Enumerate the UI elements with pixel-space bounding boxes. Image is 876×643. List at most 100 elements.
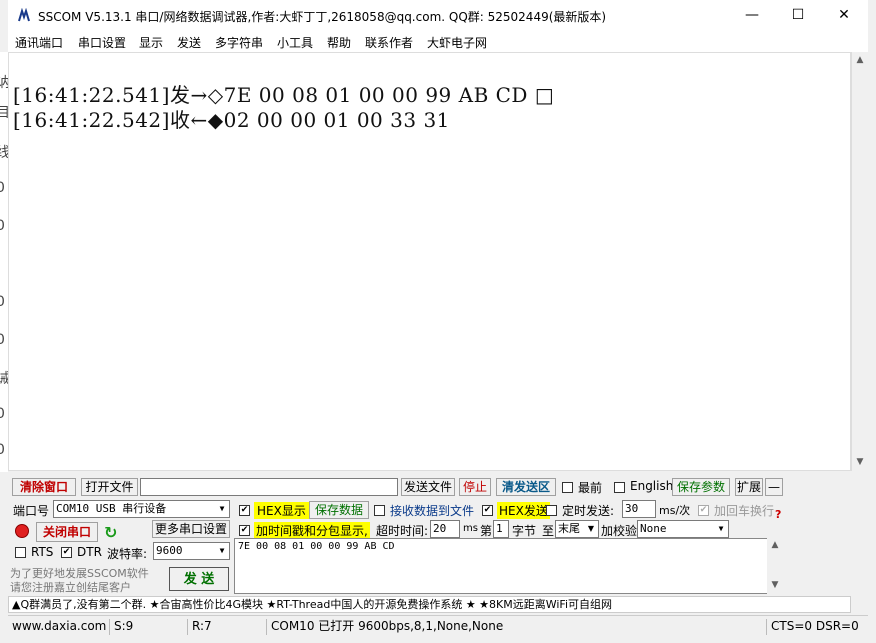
maximize-button[interactable]: ☐: [775, 0, 821, 32]
app-icon: [17, 8, 31, 23]
english-label: English: [630, 479, 674, 493]
timed-send-label: 定时发送:: [562, 504, 615, 518]
clear-send-button[interactable]: 清发送区: [496, 478, 556, 496]
scroll-down-icon[interactable]: ▼: [767, 580, 783, 590]
stop-button[interactable]: 停止: [459, 478, 491, 496]
baud-select[interactable]: 9600 ▼: [153, 542, 230, 560]
dtr-label: DTR: [77, 545, 102, 559]
menu-bar: 通讯端口 串口设置 显示 发送 多字符串 小工具 帮助 联系作者 大虾电子网: [8, 32, 868, 52]
bg-char: 0: [0, 218, 5, 234]
bg-char: 0: [0, 442, 5, 458]
save-data-button[interactable]: 保存数据: [309, 501, 369, 519]
chevron-down-icon[interactable]: ▼: [215, 543, 229, 559]
receive-area[interactable]: [16:41:22.541]发→◇7E 00 08 01 00 00 99 AB…: [8, 52, 851, 471]
menu-contact-author[interactable]: 联系作者: [365, 34, 413, 51]
port-label: 端口号: [13, 504, 50, 518]
menu-serial-settings[interactable]: 串口设置: [78, 34, 126, 51]
topmost-checkbox[interactable]: [562, 482, 573, 493]
bg-char: 0: [0, 294, 5, 310]
to-label: 至: [542, 524, 555, 538]
bg-char: 目: [0, 105, 8, 121]
status-lines: CTS=0 DSR=0: [766, 619, 859, 635]
scroll-down-icon[interactable]: ▼: [852, 457, 868, 467]
menu-comm-port[interactable]: 通讯端口: [15, 34, 63, 51]
expand-button[interactable]: 扩展: [735, 478, 763, 496]
promo-banner[interactable]: ▲Q群满员了,没有第二个群. ★合宙高性价比4G模块 ★RT-Thread中国人…: [8, 596, 851, 613]
send-file-button[interactable]: 发送文件: [401, 478, 455, 496]
receive-scrollbar[interactable]: ▲ ▼: [851, 52, 868, 471]
port-value: COM10 USB 串行设备: [56, 502, 167, 515]
recv-to-file-checkbox[interactable]: [374, 505, 385, 516]
status-bar: www.daxia.com S:9 R:7 COM10 已打开 9600bps,…: [8, 615, 868, 638]
receive-line-received: [16:41:22.542]收←◆02 00 00 01 00 33 31: [13, 108, 450, 132]
menu-display[interactable]: 显示: [139, 34, 163, 51]
baud-label: 波特率:: [107, 547, 148, 561]
bg-char: 0: [0, 180, 5, 196]
hex-send-checkbox[interactable]: ✔: [482, 505, 493, 516]
hex-send-label: HEX发送: [497, 502, 550, 519]
english-checkbox[interactable]: [614, 482, 625, 493]
banner-scroll: [851, 596, 868, 613]
timestamp-checkbox[interactable]: ✔: [239, 525, 250, 536]
collapse-button[interactable]: —: [765, 478, 783, 496]
close-button[interactable]: ✕: [821, 0, 867, 32]
end-value: 末尾: [558, 522, 580, 535]
menu-daxia-site[interactable]: 大虾电子网: [427, 34, 487, 51]
timestamp-label: 加时间戳和分包显示,: [254, 522, 370, 539]
rts-label: RTS: [31, 545, 54, 559]
end-select[interactable]: 末尾 ▼: [555, 520, 599, 538]
checksum-select[interactable]: None ▼: [637, 520, 729, 538]
scroll-up-icon[interactable]: ▲: [767, 540, 783, 550]
checksum-value: None: [640, 522, 667, 535]
bg-char: 讷: [0, 75, 8, 91]
chevron-down-icon[interactable]: ▼: [584, 521, 598, 537]
bg-char: 诫: [0, 371, 8, 387]
clear-window-button[interactable]: 清除窗口: [12, 478, 76, 496]
background-window-strip: 讷 目 线 0 0 , 0 0 诫 0 0: [0, 52, 8, 472]
open-file-button[interactable]: 打开文件: [81, 478, 138, 496]
bg-char: 线: [0, 145, 8, 161]
more-settings-button[interactable]: 更多串口设置: [152, 520, 230, 538]
save-params-button[interactable]: 保存参数: [672, 478, 730, 496]
hex-display-checkbox[interactable]: ✔: [239, 505, 250, 516]
menu-help[interactable]: 帮助: [327, 34, 351, 51]
window-title: SSCOM V5.13.1 串口/网络数据调试器,作者:大虾丁丁,2618058…: [38, 10, 607, 24]
scroll-up-icon[interactable]: ▲: [852, 55, 868, 65]
add-crlf-label: 加回车换行: [714, 504, 775, 518]
baud-value: 9600: [156, 544, 183, 557]
dtr-checkbox[interactable]: ✔: [61, 547, 72, 558]
file-path-input[interactable]: [140, 478, 398, 496]
byte-index-input[interactable]: 1: [493, 520, 509, 538]
topmost-label: 最前: [578, 481, 603, 495]
send-textarea[interactable]: 7E 00 08 01 00 00 99 AB CD: [234, 538, 783, 594]
menu-send[interactable]: 发送: [177, 34, 201, 51]
title-bar: SSCOM V5.13.1 串口/网络数据调试器,作者:大虾丁丁,2618058…: [8, 0, 868, 32]
menu-tools[interactable]: 小工具: [277, 34, 313, 51]
bg-char: 0: [0, 332, 5, 348]
status-port-state: COM10 已打开 9600bps,8,1,None,None: [266, 619, 503, 635]
close-port-button[interactable]: 关闭串口: [36, 522, 98, 542]
send-button[interactable]: 发 送: [169, 567, 229, 591]
send-text: 7E 00 08 01 00 00 99 AB CD: [238, 541, 395, 552]
port-select[interactable]: COM10 USB 串行设备 ▼: [53, 500, 230, 518]
byte-suffix: 字节: [512, 524, 537, 538]
add-crlf-checkbox[interactable]: ✔: [698, 505, 709, 516]
chevron-down-icon[interactable]: ▼: [215, 501, 229, 517]
status-recv-count: R:7: [187, 619, 212, 635]
promo-line-2: 请您注册嘉立创结尾客户: [10, 581, 131, 594]
port-status-icon: [15, 524, 29, 538]
help-icon[interactable]: ?: [775, 508, 781, 521]
rts-checkbox[interactable]: [15, 547, 26, 558]
menu-multi-string[interactable]: 多字符串: [215, 34, 263, 51]
timed-send-checkbox[interactable]: [546, 505, 557, 516]
recv-to-file-label: 接收数据到文件: [390, 504, 475, 518]
minimize-button[interactable]: —: [729, 0, 775, 32]
timeout-label: 超时时间:: [376, 524, 429, 538]
status-sent-count: S:9: [109, 619, 133, 635]
send-scrollbar[interactable]: ▲ ▼: [767, 538, 783, 594]
chevron-down-icon[interactable]: ▼: [714, 521, 728, 537]
timeout-input[interactable]: 20: [430, 520, 460, 538]
refresh-icon[interactable]: ↻: [104, 523, 117, 542]
status-site[interactable]: www.daxia.com: [8, 619, 106, 635]
interval-input[interactable]: 30: [622, 500, 656, 518]
